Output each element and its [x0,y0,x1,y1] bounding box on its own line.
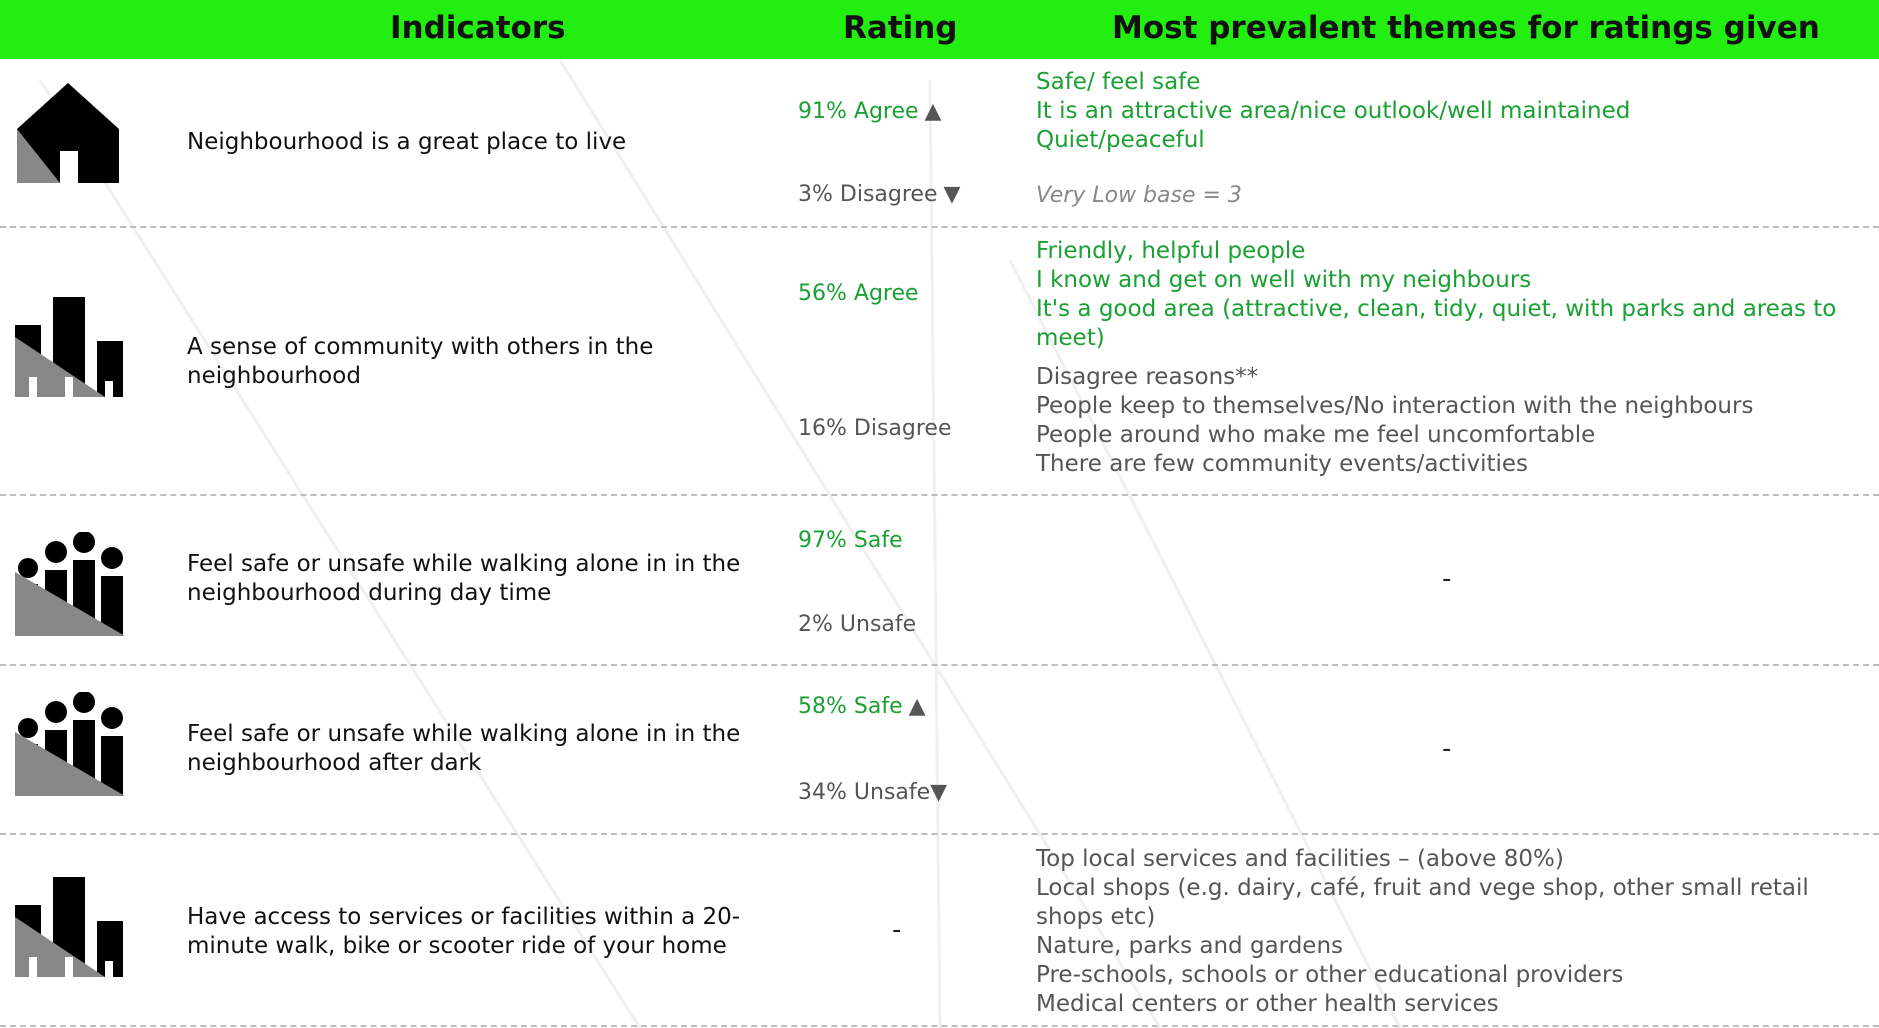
table-row: Have access to services or facilities wi… [0,835,1879,1028]
rating-positive: 91% Agree ▲ [798,99,942,124]
indicator-label: A sense of community with others in the … [187,334,654,389]
buildings-icon [15,297,123,397]
header-rating: Rating [843,10,958,46]
trend-down-icon: ▼ [943,182,961,207]
people-icon [15,532,125,636]
theme-item: Friendly, helpful people [1036,238,1306,264]
house-icon [17,83,119,183]
table-row: Neighbourhood is a great place to live 9… [0,59,1879,226]
rating-negative: 34% Unsafe▼ [798,780,948,805]
theme-item: Safe/ feel safe [1036,69,1201,95]
theme-item: People keep to themselves/No interaction… [1036,393,1754,419]
indicator-label: Have access to services or facilities wi… [187,904,741,959]
themes-empty: - [1442,734,1452,764]
base-note: Very Low base = 3 [1036,183,1242,208]
themes-cell: Safe/ feel safe It is an attractive area… [1036,68,1866,210]
theme-item: Pre-schools, schools or other educationa… [1036,962,1624,988]
disagree-reasons-title: Disagree reasons** [1036,364,1259,390]
theme-item: Quiet/peaceful [1036,127,1205,153]
theme-item: Medical centers or other health services [1036,991,1499,1017]
table-row: Feel safe or unsafe while walking alone … [0,496,1879,664]
indicator-label: Feel safe or unsafe while walking alone … [187,721,741,776]
rating-positive: 56% Agree [798,281,919,306]
themes-empty: - [1442,564,1452,594]
theme-item: It is an attractive area/nice outlook/we… [1036,98,1631,124]
themes-cell: Friendly, helpful people I know and get … [1036,237,1866,479]
indicator-label: Neighbourhood is a great place to live [187,129,627,155]
trend-down-icon: ▼ [930,780,948,805]
theme-item: Top local services and facilities – (abo… [1036,846,1564,872]
row-divider [0,1025,1879,1027]
table-row: Feel safe or unsafe while walking alone … [0,666,1879,833]
rating-positive: 97% Safe [798,528,903,553]
theme-item: I know and get on well with my neighbour… [1036,267,1532,293]
people-icon [15,692,125,796]
indicator-label: Feel safe or unsafe while walking alone … [187,551,741,606]
theme-item: People around who make me feel uncomfort… [1036,422,1596,448]
theme-item: There are few community events/activitie… [1036,451,1529,477]
rating-negative: 3% Disagree ▼ [798,182,961,207]
header-indicators: Indicators [390,10,566,46]
rating-negative: 2% Unsafe [798,612,917,637]
header-themes: Most prevalent themes for ratings given [1112,10,1820,46]
theme-item: It's a good area (attractive, clean, tid… [1036,296,1837,351]
rating-empty: - [892,915,902,945]
theme-item: Local shops (e.g. dairy, café, fruit and… [1036,875,1809,930]
theme-item: Nature, parks and gardens [1036,933,1344,959]
rating-positive: 58% Safe ▲ [798,694,926,719]
themes-cell: Top local services and facilities – (abo… [1036,845,1856,1019]
trend-up-icon: ▲ [924,99,942,124]
table-row: A sense of community with others in the … [0,227,1879,494]
table-header: Indicators Rating Most prevalent themes … [0,0,1879,59]
buildings-icon [15,877,123,977]
trend-up-icon: ▲ [908,694,926,719]
rating-negative: 16% Disagree [798,416,952,441]
